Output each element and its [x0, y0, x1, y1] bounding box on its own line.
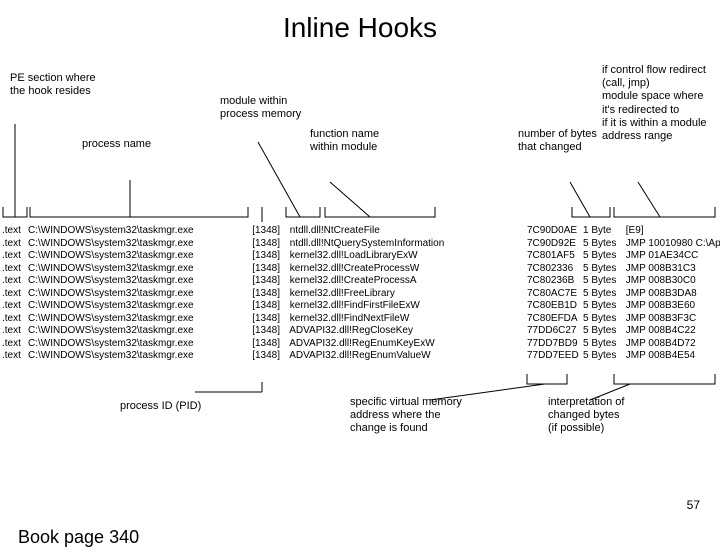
table-row: .textC:\WINDOWS\system32\taskmgr.exe[134…: [2, 313, 720, 326]
slide-title: Inline Hooks: [0, 12, 720, 44]
hook-table: .textC:\WINDOWS\system32\taskmgr.exe[134…: [2, 225, 720, 363]
label-pe-section: PE section where the hook resides: [10, 72, 96, 98]
table-row: .textC:\WINDOWS\system32\taskmgr.exe[134…: [2, 238, 720, 251]
table-row: .textC:\WINDOWS\system32\taskmgr.exe[134…: [2, 325, 720, 338]
label-pid: process ID (PID): [120, 400, 201, 413]
table-row: .textC:\WINDOWS\system32\taskmgr.exe[134…: [2, 300, 720, 313]
label-process-name: process name: [82, 138, 151, 151]
book-page: Book page 340: [18, 527, 139, 548]
label-interp: interpretation of changed bytes (if poss…: [548, 396, 624, 436]
table-row: .textC:\WINDOWS\system32\taskmgr.exe[134…: [2, 350, 720, 363]
slide-number: 57: [687, 498, 700, 512]
label-spec-addr: specific virtual memory address where th…: [350, 396, 462, 436]
table-row: .textC:\WINDOWS\system32\taskmgr.exe[134…: [2, 263, 720, 276]
table-row: .textC:\WINDOWS\system32\taskmgr.exe[134…: [2, 225, 720, 238]
table-row: .textC:\WINDOWS\system32\taskmgr.exe[134…: [2, 288, 720, 301]
bottom-labels: process ID (PID) specific virtual memory…: [0, 392, 720, 462]
top-labels: PE section where the hook resides module…: [0, 50, 720, 150]
table-row: .textC:\WINDOWS\system32\taskmgr.exe[134…: [2, 275, 720, 288]
label-function-name: function name within module: [310, 128, 379, 154]
label-module-within: module within process memory: [220, 95, 301, 121]
table-row: .textC:\WINDOWS\system32\taskmgr.exe[134…: [2, 338, 720, 351]
table-row: .textC:\WINDOWS\system32\taskmgr.exe[134…: [2, 250, 720, 263]
label-redirect: if control flow redirect (call, jmp) mod…: [602, 64, 707, 143]
label-num-bytes: number of bytes that changed: [518, 128, 597, 154]
